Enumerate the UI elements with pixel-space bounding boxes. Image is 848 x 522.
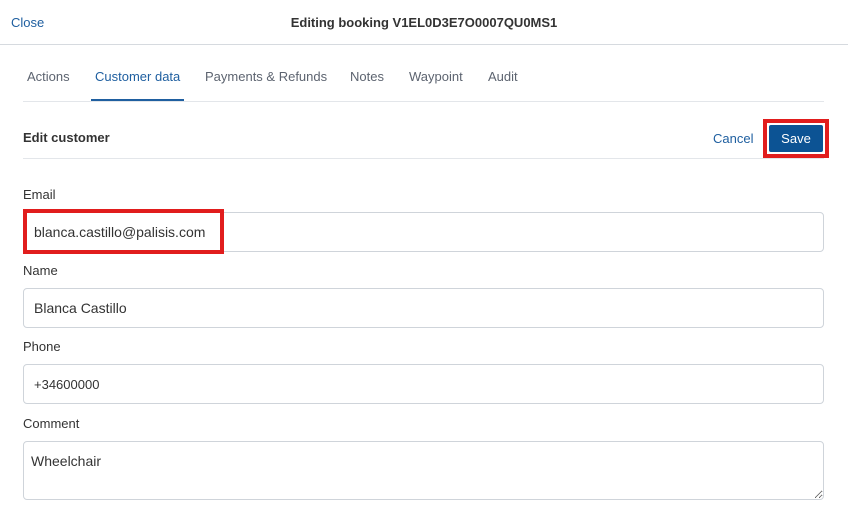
name-field[interactable] bbox=[23, 288, 824, 328]
section-header: Edit customer Cancel Save bbox=[23, 102, 829, 159]
tab-customer-data[interactable]: Customer data bbox=[90, 46, 185, 101]
phone-label: Phone bbox=[23, 339, 61, 354]
save-button[interactable]: Save bbox=[769, 125, 823, 152]
tab-payments-refunds[interactable]: Payments & Refunds bbox=[205, 46, 327, 101]
tab-bar: Actions Customer data Payments & Refunds… bbox=[23, 46, 824, 102]
tab-audit[interactable]: Audit bbox=[488, 46, 518, 101]
comment-label: Comment bbox=[23, 416, 80, 431]
email-label: Email bbox=[23, 187, 56, 202]
tab-actions[interactable]: Actions bbox=[27, 46, 70, 101]
comment-field[interactable]: Wheelchair bbox=[23, 441, 824, 500]
name-label: Name bbox=[23, 263, 58, 278]
tab-waypoint[interactable]: Waypoint bbox=[409, 46, 463, 101]
tab-notes[interactable]: Notes bbox=[350, 46, 384, 101]
top-bar: Close Editing booking V1EL0D3E7O0007QU0M… bbox=[0, 0, 848, 45]
cancel-button[interactable]: Cancel bbox=[713, 131, 753, 146]
page-title: Editing booking V1EL0D3E7O0007QU0MS1 bbox=[290, 15, 558, 30]
section-title: Edit customer bbox=[23, 130, 110, 145]
phone-field[interactable] bbox=[23, 364, 824, 404]
email-field[interactable] bbox=[23, 212, 824, 252]
